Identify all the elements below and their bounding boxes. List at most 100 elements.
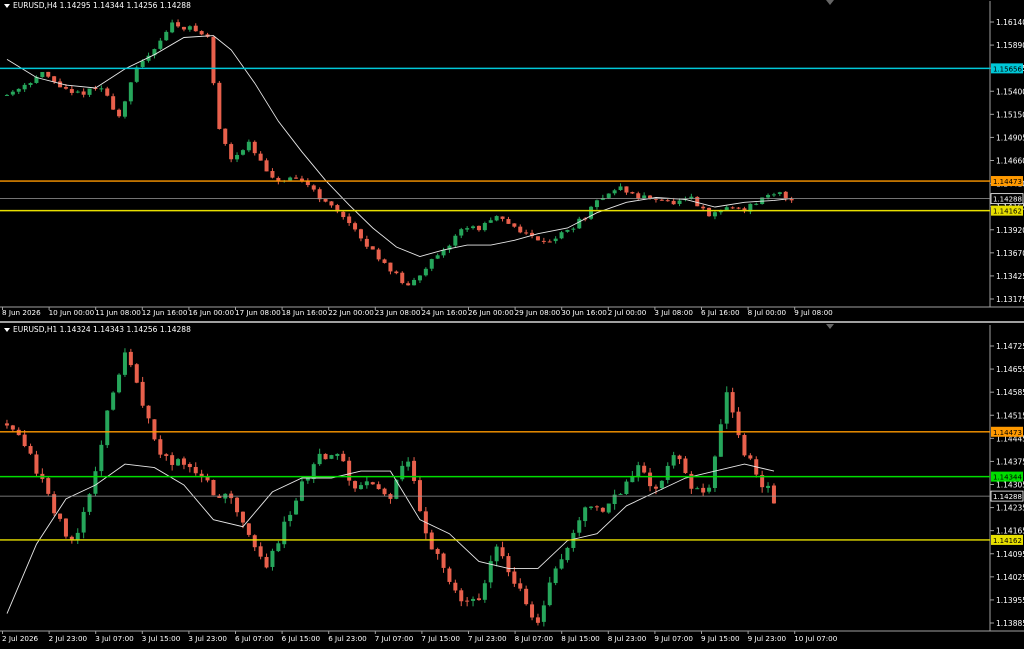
candle-body	[500, 216, 505, 219]
candle-body	[99, 88, 104, 90]
candle-body	[789, 198, 794, 201]
time-tick-label: 3 Jul 15:00	[142, 634, 181, 643]
candle-body	[701, 487, 706, 493]
candle-body	[181, 26, 186, 30]
candle-body	[600, 507, 605, 512]
level-price-label: 1.14344	[993, 474, 1022, 482]
candle-body	[187, 464, 192, 468]
time-tick-label: 9 Jul 07:00	[654, 634, 693, 643]
candle-body	[376, 249, 381, 260]
time-tick-label: 8 Jul 00:00	[748, 308, 787, 317]
candle-body	[624, 481, 629, 495]
candle-body	[665, 200, 670, 202]
candle-body	[476, 225, 481, 231]
candle-body	[122, 101, 127, 117]
time-tick-label: 9 Jul 15:00	[701, 634, 740, 643]
time-tick-label: 18 Jun 16:00	[282, 308, 328, 317]
current-price-label: 1.14288	[993, 196, 1022, 204]
time-tick-label: 8 Jul 15:00	[561, 634, 600, 643]
time-tick-label: 26 Jun 00:00	[468, 308, 514, 317]
candle-body	[683, 458, 688, 474]
candle-body	[252, 141, 257, 154]
candle-body	[476, 598, 481, 601]
candle-body	[417, 275, 422, 281]
price-tick-label: 1.14025	[996, 573, 1024, 582]
candle-body	[10, 91, 15, 95]
candle-body	[4, 423, 9, 426]
candle-body	[81, 91, 86, 95]
candle-body	[642, 195, 647, 199]
price-tick-label: 1.14095	[996, 550, 1024, 559]
candle-body	[512, 223, 517, 227]
price-tick-label: 1.15150	[996, 110, 1024, 119]
candle-body	[128, 351, 133, 366]
candle-body	[553, 568, 558, 584]
candle-body	[164, 31, 169, 41]
candle-body	[606, 193, 611, 198]
candle-body	[176, 22, 181, 27]
candle-body	[659, 480, 664, 489]
candle-body	[252, 535, 257, 548]
time-tick-label: 16 Jun 00:00	[188, 308, 234, 317]
candle-body	[152, 419, 157, 440]
candle-body	[341, 453, 346, 462]
candle-body	[146, 405, 151, 419]
candle-body	[707, 487, 712, 492]
candle-body	[69, 89, 74, 93]
candle-body	[659, 199, 664, 201]
price-tick-label: 1.16140	[996, 18, 1024, 27]
candle-body	[636, 465, 641, 477]
level-price-label: 1.14162	[993, 208, 1022, 216]
candle-body	[105, 88, 110, 96]
candle-body	[176, 459, 181, 466]
candle-body	[559, 559, 564, 569]
price-tick-label: 1.15400	[996, 87, 1024, 96]
candle-body	[187, 26, 192, 30]
candle-body	[429, 259, 434, 269]
candle-body	[695, 488, 700, 490]
candle-body	[370, 246, 375, 250]
candle-body	[317, 189, 322, 200]
candle-body	[724, 207, 729, 210]
candle-body	[128, 82, 133, 102]
candle-body	[423, 268, 428, 276]
candle-body	[671, 455, 676, 466]
candle-body	[417, 480, 422, 512]
candle-body	[553, 238, 558, 242]
level-price-label: 1.14473	[993, 429, 1022, 437]
candle-body	[122, 352, 127, 375]
time-tick-label: 2 Jul 00:00	[608, 308, 647, 317]
candle-body	[276, 543, 281, 552]
candle-body	[671, 200, 676, 205]
candle-body	[429, 532, 434, 550]
candle-body	[754, 203, 759, 205]
candle-body	[630, 192, 635, 194]
candle-body	[63, 518, 68, 537]
candle-body	[246, 523, 251, 535]
candle-body	[370, 482, 375, 485]
candle-body	[447, 568, 452, 582]
chart-canvas: EURUSD,H4 1.14295 1.14344 1.14256 1.1428…	[0, 0, 1024, 649]
candle-body	[211, 479, 216, 496]
candle-body	[559, 232, 564, 239]
candle-body	[583, 507, 588, 522]
candle-body	[347, 216, 352, 224]
candle-body	[364, 238, 369, 247]
candle-body	[34, 454, 39, 474]
candle-body	[766, 194, 771, 198]
time-tick-label: 30 Jun 16:00	[561, 308, 607, 317]
price-tick-label: 1.14660	[996, 157, 1024, 166]
candle-body	[577, 218, 582, 229]
candle-body	[766, 485, 771, 488]
price-tick-label: 1.13175	[996, 295, 1024, 304]
time-tick-label: 22 Jun 00:00	[328, 308, 374, 317]
candle-body	[636, 193, 641, 199]
candle-body	[353, 223, 358, 230]
candle-body	[594, 200, 599, 208]
candle-body	[571, 228, 576, 230]
candle-body	[541, 605, 546, 622]
candle-body	[465, 228, 470, 230]
candle-body	[164, 454, 169, 456]
time-tick-label: 6 Jul 23:00	[328, 634, 367, 643]
candle-body	[329, 455, 334, 459]
